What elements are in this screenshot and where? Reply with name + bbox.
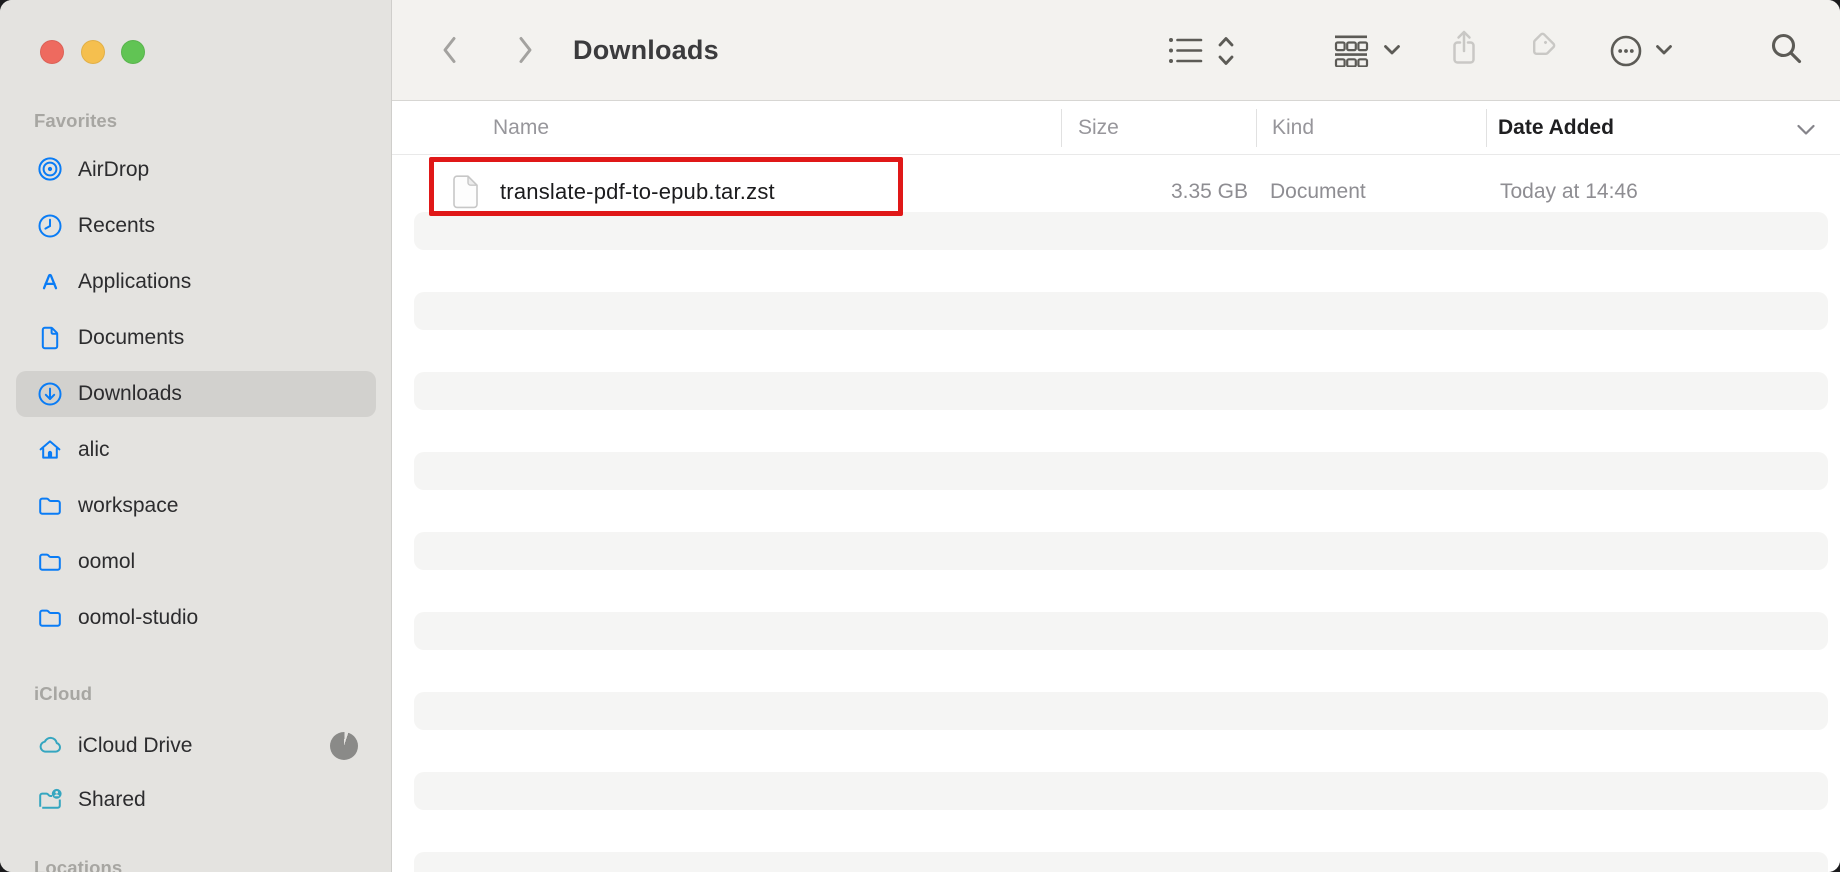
column-header-name[interactable]: Name: [493, 101, 549, 154]
sort-order-chevrons-icon[interactable]: [1216, 34, 1236, 68]
sidebar-item-recents[interactable]: Recents: [16, 203, 376, 249]
file-document-icon: [452, 175, 479, 209]
column-divider[interactable]: [1256, 109, 1257, 147]
more-options-chevron-icon[interactable]: [1655, 44, 1673, 56]
empty-row-stripe: [414, 372, 1828, 410]
file-kind: Document: [1270, 172, 1366, 212]
airdrop-icon: [36, 156, 64, 184]
folder-icon: [36, 604, 64, 632]
column-divider[interactable]: [1486, 109, 1487, 147]
folder-icon: [36, 548, 64, 576]
more-options-button[interactable]: [1610, 35, 1642, 67]
column-header-size[interactable]: Size: [1078, 101, 1119, 154]
tags-button[interactable]: [1522, 32, 1558, 70]
sidebar-item-shared[interactable]: Shared: [16, 777, 376, 823]
empty-row-stripe: [414, 532, 1828, 570]
home-icon: [36, 436, 64, 464]
sidebar-item-label: Documents: [78, 326, 184, 350]
shared-folder-icon: [36, 786, 64, 814]
column-header-kind[interactable]: Kind: [1272, 101, 1314, 154]
app-store-icon: [36, 268, 64, 296]
list-view-button[interactable]: [1168, 35, 1204, 67]
sidebar-item-label: oomol-studio: [78, 606, 198, 630]
file-size: 3.35 GB: [1061, 172, 1248, 212]
group-by-button[interactable]: [1332, 33, 1370, 67]
sidebar-item-downloads[interactable]: Downloads: [16, 371, 376, 417]
empty-row-stripe: [414, 772, 1828, 810]
empty-row-stripe: [414, 692, 1828, 730]
sidebar: Favorites AirDrop Recents: [0, 0, 392, 872]
sidebar-item-oomol-studio[interactable]: oomol-studio: [16, 595, 376, 641]
sidebar-section-favorites: Favorites: [34, 110, 117, 132]
toolbar: Downloads: [392, 0, 1840, 101]
sort-direction-chevron-icon[interactable]: [1796, 124, 1816, 136]
empty-row-stripe: [414, 292, 1828, 330]
back-button[interactable]: [438, 33, 460, 67]
zoom-window-button[interactable]: [121, 40, 145, 64]
sidebar-item-label: oomol: [78, 550, 135, 574]
empty-row-stripe: [414, 452, 1828, 490]
sidebar-item-workspace[interactable]: workspace: [16, 483, 376, 529]
icloud-icon: [36, 732, 64, 760]
forward-button[interactable]: [515, 33, 537, 67]
sidebar-item-label: alic: [78, 438, 110, 462]
sidebar-item-oomol[interactable]: oomol: [16, 539, 376, 585]
file-row[interactable]: translate-pdf-to-epub.tar.zst 3.35 GB Do…: [392, 172, 1840, 212]
sidebar-item-documents[interactable]: Documents: [16, 315, 376, 361]
close-window-button[interactable]: [40, 40, 64, 64]
sidebar-item-airdrop[interactable]: AirDrop: [16, 147, 376, 193]
folder-icon: [36, 492, 64, 520]
file-name: translate-pdf-to-epub.tar.zst: [500, 172, 775, 212]
search-icon[interactable]: [1768, 31, 1806, 69]
minimize-window-button[interactable]: [81, 40, 105, 64]
column-header-date-added[interactable]: Date Added: [1498, 101, 1614, 154]
document-icon: [36, 324, 64, 352]
finder-window: Favorites AirDrop Recents: [0, 0, 1840, 872]
sidebar-section-locations: Locations: [34, 857, 122, 872]
icloud-sync-progress-indicator: [330, 732, 358, 760]
window-title: Downloads: [573, 0, 719, 100]
sidebar-item-label: Recents: [78, 214, 155, 238]
empty-row-stripe: [414, 852, 1828, 872]
sidebar-section-icloud: iCloud: [34, 683, 92, 705]
sidebar-item-label: Downloads: [78, 382, 182, 406]
sidebar-item-label: Applications: [78, 270, 191, 294]
sidebar-item-alic[interactable]: alic: [16, 427, 376, 473]
sidebar-item-label: AirDrop: [78, 158, 149, 182]
sidebar-item-label: iCloud Drive: [78, 734, 192, 758]
empty-row-stripe: [414, 212, 1828, 250]
downloads-circle-icon: [36, 380, 64, 408]
share-button[interactable]: [1448, 29, 1480, 69]
sidebar-item-icloud-drive[interactable]: iCloud Drive: [16, 723, 376, 769]
column-divider[interactable]: [1061, 109, 1062, 147]
sidebar-item-applications[interactable]: Applications: [16, 259, 376, 305]
column-header-row: Name Size Kind Date Added: [392, 101, 1840, 155]
file-date-added: Today at 14:46: [1500, 172, 1638, 212]
clock-icon: [36, 212, 64, 240]
file-list-area: Name Size Kind Date Added translate-pdf-…: [392, 101, 1840, 872]
empty-row-stripe: [414, 612, 1828, 650]
sidebar-item-label: Shared: [78, 788, 146, 812]
sidebar-item-label: workspace: [78, 494, 178, 518]
group-by-chevron-icon[interactable]: [1383, 44, 1401, 56]
